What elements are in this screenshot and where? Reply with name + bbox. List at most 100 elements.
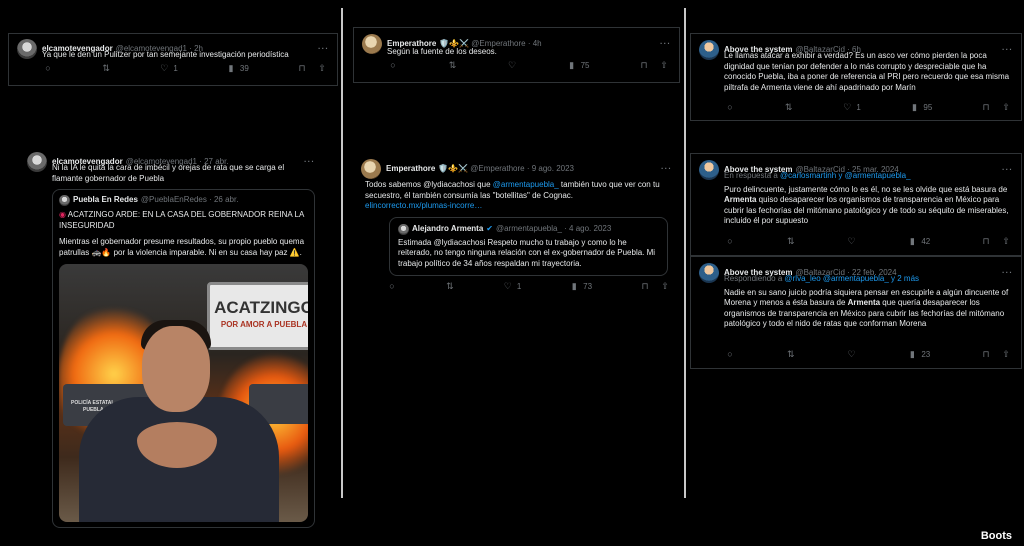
- bookmark-icon: ⊓: [298, 63, 306, 74]
- quoted-image[interactable]: ACATZINGO POR AMOR A PUEBLA POLICÍA ESTA…: [59, 264, 308, 523]
- reply-context-label: En respuesta a: [724, 171, 781, 180]
- quoted-author-handle[interactable]: @PueblaEnRedes · 26 abr.: [141, 195, 239, 206]
- reply-button[interactable]: ○: [725, 236, 735, 248]
- bookmark-icon: ⊓: [640, 60, 648, 71]
- reply-context-label: Respondiendo a: [724, 274, 785, 283]
- views-button[interactable]: ▮ 39: [226, 63, 249, 75]
- author-name[interactable]: Emperathore: [386, 164, 435, 175]
- bookmark-button[interactable]: ⊓: [981, 236, 991, 248]
- more-options-icon[interactable]: ···: [1002, 268, 1013, 279]
- reply-context-link[interactable]: @rlva_leo @armentapuebla_ y 2 más: [785, 274, 920, 283]
- share-button[interactable]: ⇧: [1001, 236, 1011, 248]
- reply-button[interactable]: ○: [388, 60, 398, 72]
- tweet-card[interactable]: Emperathore 🛡️⚜️⚔️ @Emperathore · 9 ago.…: [353, 153, 680, 303]
- tweet-card[interactable]: Above the system @BaltazarCid · 6h ··· L…: [690, 33, 1022, 121]
- like-button[interactable]: ♡: [507, 60, 517, 72]
- watermark: Boots: [980, 530, 1012, 542]
- retweet-icon: ⇅: [784, 102, 793, 113]
- views-icon: ▮: [569, 60, 575, 71]
- views-button[interactable]: ▮ 95: [909, 102, 932, 114]
- share-button[interactable]: ⇧: [1001, 349, 1011, 361]
- retweet-button[interactable]: ⇅: [786, 349, 796, 361]
- retweet-button[interactable]: ⇅: [784, 102, 794, 114]
- like-button[interactable]: ♡: [847, 236, 857, 248]
- reply-icon: ○: [390, 60, 396, 71]
- avatar[interactable]: [699, 160, 719, 180]
- quoted-author-name[interactable]: Alejandro Armenta: [412, 224, 483, 235]
- mention-link[interactable]: @armentapuebla_: [493, 180, 559, 189]
- alert-icon: ◉: [59, 210, 66, 220]
- views-button[interactable]: ▮ 73: [569, 281, 592, 293]
- views-icon: ▮: [228, 63, 234, 74]
- heart-icon: ♡: [503, 281, 512, 292]
- reply-button[interactable]: ○: [387, 281, 397, 293]
- views-button[interactable]: ▮ 42: [907, 236, 930, 248]
- avatar[interactable]: [699, 263, 719, 283]
- quoted-tweet[interactable]: Puebla En Redes @PueblaEnRedes · 26 abr.…: [52, 189, 315, 529]
- bookmark-button[interactable]: ⊓: [639, 60, 649, 72]
- more-options-icon[interactable]: ···: [304, 157, 315, 168]
- more-options-icon[interactable]: ···: [318, 44, 329, 55]
- share-button[interactable]: ⇧: [1001, 102, 1011, 114]
- more-options-icon[interactable]: ···: [1002, 45, 1013, 56]
- tweet-card[interactable]: Above the system @BaltazarCid · 25 mar. …: [690, 153, 1022, 256]
- avatar[interactable]: [27, 152, 47, 172]
- avatar[interactable]: [699, 40, 719, 60]
- share-icon: ⇧: [318, 63, 326, 74]
- retweet-button[interactable]: ⇅: [445, 281, 455, 293]
- views-button[interactable]: ▮ 75: [567, 60, 589, 72]
- more-options-icon[interactable]: ···: [661, 164, 672, 175]
- tweet-card[interactable]: elcamotevengador @elcamotevengad1 · 27 a…: [20, 146, 322, 538]
- bookmark-icon: ⊓: [641, 281, 649, 292]
- avatar[interactable]: [398, 223, 409, 235]
- quoted-tweet[interactable]: Alejandro Armenta ✔ @armentapuebla_ · 4 …: [389, 216, 668, 277]
- reply-button[interactable]: ○: [725, 349, 735, 361]
- avatar[interactable]: [361, 159, 381, 179]
- more-options-icon[interactable]: ···: [660, 39, 671, 50]
- view-count: 39: [239, 63, 249, 73]
- tweet-text: Ni la IA le quita la cara de imbécil y o…: [52, 163, 285, 183]
- column-divider-right: [684, 8, 686, 498]
- author-handle[interactable]: @Emperathore · 9 ago. 2023: [470, 164, 574, 175]
- like-button[interactable]: ♡ 1: [503, 281, 522, 293]
- quoted-headline: ◉ ACATZINGO ARDE: EN LA CASA DEL GOBERNA…: [59, 210, 308, 231]
- like-button[interactable]: ♡ 1: [842, 102, 861, 114]
- bookmark-button[interactable]: ⊓: [297, 63, 307, 75]
- retweet-icon: ⇅: [787, 349, 795, 360]
- retweet-button[interactable]: ⇅: [101, 63, 111, 75]
- heart-icon: ♡: [508, 60, 517, 71]
- external-link[interactable]: elincorrecto.mx/plumas-incorre…: [365, 201, 672, 212]
- sign-title: ACATZINGO: [214, 298, 308, 318]
- quoted-headline-text: ACATZINGO ARDE: EN LA CASA DEL GOBERNADO…: [59, 210, 304, 230]
- bookmark-button[interactable]: ⊓: [981, 349, 991, 361]
- retweet-button[interactable]: ⇅: [448, 60, 458, 72]
- town-sign: ACATZINGO POR AMOR A PUEBLA: [207, 282, 308, 351]
- quoted-author-handle[interactable]: @armentapuebla_ · 4 ago. 2023: [496, 224, 611, 235]
- tweet-card[interactable]: Emperathore 🛡️⚜️⚔️ @Emperathore · 4h ···…: [353, 27, 680, 83]
- share-button[interactable]: ⇧: [317, 63, 327, 75]
- sign-subtitle: POR AMOR A PUEBLA: [220, 319, 308, 329]
- avatar[interactable]: [362, 34, 382, 54]
- reply-icon: ○: [727, 236, 733, 247]
- retweet-button[interactable]: ⇅: [786, 236, 796, 248]
- share-button[interactable]: ⇧: [660, 281, 670, 293]
- retweet-icon: ⇅: [446, 281, 454, 292]
- like-button[interactable]: ♡: [847, 349, 857, 361]
- bookmark-button[interactable]: ⊓: [981, 102, 991, 114]
- quoted-author-name[interactable]: Puebla En Redes: [73, 195, 138, 206]
- avatar[interactable]: [59, 195, 70, 207]
- share-icon: ⇧: [1002, 349, 1010, 360]
- tweet-card[interactable]: Above the system @BaltazarCid · 22 feb. …: [690, 256, 1022, 369]
- tweet-card[interactable]: elcamotevengador @elcamotevengad1 · 2h ·…: [8, 33, 338, 86]
- reply-button[interactable]: ○: [725, 102, 735, 114]
- more-options-icon[interactable]: ···: [1002, 165, 1013, 176]
- avatar[interactable]: [17, 39, 37, 59]
- reply-button[interactable]: ○: [43, 63, 53, 75]
- views-button[interactable]: ▮ 23: [907, 349, 930, 361]
- reply-context-link[interactable]: @carlosmartinh y @armentapuebla_: [780, 171, 911, 180]
- profile-badges: 🛡️⚜️⚔️: [438, 163, 469, 173]
- share-button[interactable]: ⇧: [659, 60, 669, 72]
- bookmark-button[interactable]: ⊓: [640, 281, 650, 293]
- share-icon: ⇧: [661, 281, 669, 292]
- like-button[interactable]: ♡ 1: [159, 63, 178, 75]
